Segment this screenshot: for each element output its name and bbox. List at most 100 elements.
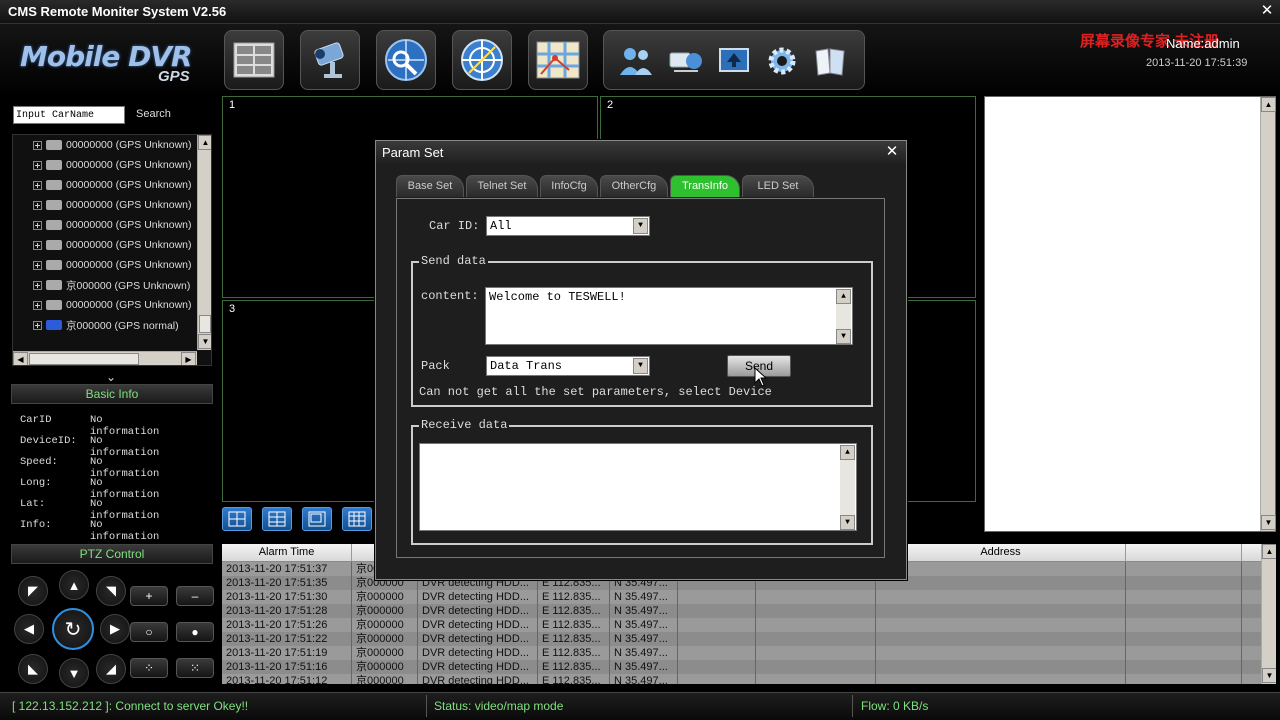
scroll-up-arrow-icon[interactable]: ▲ xyxy=(1262,544,1276,559)
pack-select[interactable]: Data Trans ▼ xyxy=(486,356,650,376)
scroll-up-arrow-icon[interactable]: ▲ xyxy=(1261,97,1276,112)
dialog-close-button[interactable]: ✕ xyxy=(882,142,902,162)
scroll-up-arrow-icon[interactable]: ▲ xyxy=(198,135,211,150)
tree-item[interactable]: 京000000 (GPS normal) xyxy=(13,315,199,335)
expand-plus-icon[interactable] xyxy=(33,320,42,330)
map-button[interactable] xyxy=(528,30,588,90)
tree-item[interactable]: 00000000 (GPS Unknown) xyxy=(13,175,199,195)
table-row[interactable]: 2013-11-20 17:51:16 京000000 DVR detecting … xyxy=(222,660,1262,674)
expand-plus-icon[interactable] xyxy=(33,160,42,170)
tree-item[interactable]: 京000000 (GPS Unknown) xyxy=(13,275,199,295)
tree-item[interactable]: 00000000 (GPS Unknown) xyxy=(13,195,199,215)
table-row[interactable]: 2013-11-20 17:51:26 京000000 DVR detecting … xyxy=(222,618,1262,632)
users-icon xyxy=(620,48,652,75)
layout-6-button[interactable] xyxy=(262,507,292,531)
tree-item[interactable]: 00000000 (GPS Unknown) xyxy=(13,255,199,275)
users-button[interactable] xyxy=(618,45,654,77)
camera-button[interactable] xyxy=(300,30,360,90)
car-id-select[interactable]: All ▼ xyxy=(486,216,650,236)
chevron-down-icon[interactable]: ⌄ xyxy=(106,370,116,384)
scroll-down-arrow-icon[interactable]: ▼ xyxy=(836,329,851,344)
content-scrollbar[interactable]: ▲ ▼ xyxy=(836,289,851,344)
map-scrollbar[interactable]: ▲ ▼ xyxy=(1260,97,1276,531)
scroll-up-arrow-icon[interactable]: ▲ xyxy=(840,445,855,460)
ptz-auto-button[interactable]: ↻ xyxy=(52,608,94,650)
tree-item[interactable]: 00000000 (GPS Unknown) xyxy=(13,295,199,315)
receive-textarea[interactable]: ▲ ▼ xyxy=(419,443,857,531)
expand-plus-icon[interactable] xyxy=(33,200,42,210)
chevron-down-icon[interactable]: ▼ xyxy=(633,358,648,374)
tree-item[interactable]: 00000000 (GPS Unknown) xyxy=(13,155,199,175)
focus-near-button[interactable]: ⁘ xyxy=(130,658,168,678)
expand-plus-icon[interactable] xyxy=(33,280,42,290)
layout-8-button[interactable] xyxy=(302,507,332,531)
search-globe-button[interactable] xyxy=(376,30,436,90)
expand-plus-icon[interactable] xyxy=(33,260,42,270)
tree-vertical-scrollbar[interactable]: ▲ ▼ xyxy=(197,135,211,350)
scroll-right-arrow-icon[interactable]: ▶ xyxy=(181,352,196,365)
tree-scroll-thumb[interactable] xyxy=(199,315,211,333)
expand-plus-icon[interactable] xyxy=(33,300,42,310)
layout-9-button[interactable] xyxy=(342,507,372,531)
ptz-down-button[interactable]: ▼ xyxy=(59,658,89,688)
window-close-button[interactable]: ✕ xyxy=(1258,2,1276,20)
expand-plus-icon[interactable] xyxy=(33,240,42,250)
content-textarea[interactable]: Welcome to TESWELL! ▲ ▼ xyxy=(485,287,853,345)
expand-plus-icon[interactable] xyxy=(33,140,42,150)
tab-othercfg[interactable]: OtherCfg xyxy=(600,175,668,197)
ptz-left-button[interactable]: ◀ xyxy=(14,614,44,644)
search-button[interactable]: Search xyxy=(136,108,171,120)
help-book-button[interactable] xyxy=(812,45,848,77)
expand-plus-icon[interactable] xyxy=(33,220,42,230)
tab-infocfg[interactable]: InfoCfg xyxy=(540,175,598,197)
tree-item[interactable]: 00000000 (GPS Unknown) xyxy=(13,215,199,235)
scroll-down-arrow-icon[interactable]: ▼ xyxy=(840,515,855,530)
chevron-down-icon[interactable]: ▼ xyxy=(633,218,648,234)
tab-telnet-set[interactable]: Telnet Set xyxy=(466,175,538,197)
scroll-left-arrow-icon[interactable]: ◀ xyxy=(13,352,28,365)
column-header[interactable] xyxy=(1126,544,1242,561)
ptz-down-right-button[interactable]: ◢ xyxy=(96,654,126,684)
scroll-down-arrow-icon[interactable]: ▼ xyxy=(198,334,211,349)
zoom-out-button[interactable]: – xyxy=(176,586,214,606)
ptz-up-button[interactable]: ▲ xyxy=(59,570,89,600)
tab-base-set[interactable]: Base Set xyxy=(396,175,464,197)
receive-scrollbar[interactable]: ▲ ▼ xyxy=(840,445,855,530)
tree-hscroll-thumb[interactable] xyxy=(29,353,139,365)
table-row[interactable]: 2013-11-20 17:51:30 京000000 DVR detecting … xyxy=(222,590,1262,604)
column-header[interactable]: Address xyxy=(876,544,1126,561)
dialog-title-bar[interactable]: Param Set ✕ xyxy=(376,141,906,163)
gps-target-button[interactable] xyxy=(452,30,512,90)
map-panel[interactable]: ▲ ▼ xyxy=(984,96,1276,532)
ptz-down-left-button[interactable]: ◣ xyxy=(18,654,48,684)
ptz-right-button[interactable]: ▶ xyxy=(100,614,130,644)
scroll-up-arrow-icon[interactable]: ▲ xyxy=(836,289,851,304)
table-cell: N 35.497... xyxy=(610,674,678,684)
layout-4-button[interactable] xyxy=(222,507,252,531)
table-row[interactable]: 2013-11-20 17:51:19 京000000 DVR detecting … xyxy=(222,646,1262,660)
iris-close-button[interactable]: ● xyxy=(176,622,214,642)
zoom-in-button[interactable]: + xyxy=(130,586,168,606)
ptz-up-right-button[interactable]: ◥ xyxy=(96,576,126,606)
expand-plus-icon[interactable] xyxy=(33,180,42,190)
tree-item[interactable]: 00000000 (GPS Unknown) xyxy=(13,235,199,255)
table-row[interactable]: 2013-11-20 17:51:12 京000000 DVR detecting … xyxy=(222,674,1262,684)
scroll-down-arrow-icon[interactable]: ▼ xyxy=(1262,668,1276,683)
grid-view-button[interactable] xyxy=(224,30,284,90)
car-name-search-input[interactable] xyxy=(13,106,125,124)
network-button[interactable] xyxy=(668,45,704,77)
tree-horizontal-scrollbar[interactable]: ◀ ▶ xyxy=(13,351,197,365)
column-header[interactable]: Alarm Time xyxy=(222,544,352,561)
focus-far-button[interactable]: ⁙ xyxy=(176,658,214,678)
alarm-scrollbar[interactable]: ▲ ▼ xyxy=(1261,544,1276,684)
ptz-up-left-button[interactable]: ◤ xyxy=(18,576,48,606)
settings-button[interactable] xyxy=(764,45,800,77)
table-row[interactable]: 2013-11-20 17:51:22 京000000 DVR detecting … xyxy=(222,632,1262,646)
upload-button[interactable] xyxy=(716,45,752,77)
table-row[interactable]: 2013-11-20 17:51:28 京000000 DVR detecting … xyxy=(222,604,1262,618)
tree-item[interactable]: 00000000 (GPS Unknown) xyxy=(13,135,199,155)
scroll-down-arrow-icon[interactable]: ▼ xyxy=(1261,515,1276,530)
iris-open-button[interactable]: ○ xyxy=(130,622,168,642)
tab-transinfo[interactable]: TransInfo xyxy=(670,175,740,197)
tab-led-set[interactable]: LED Set xyxy=(742,175,814,197)
